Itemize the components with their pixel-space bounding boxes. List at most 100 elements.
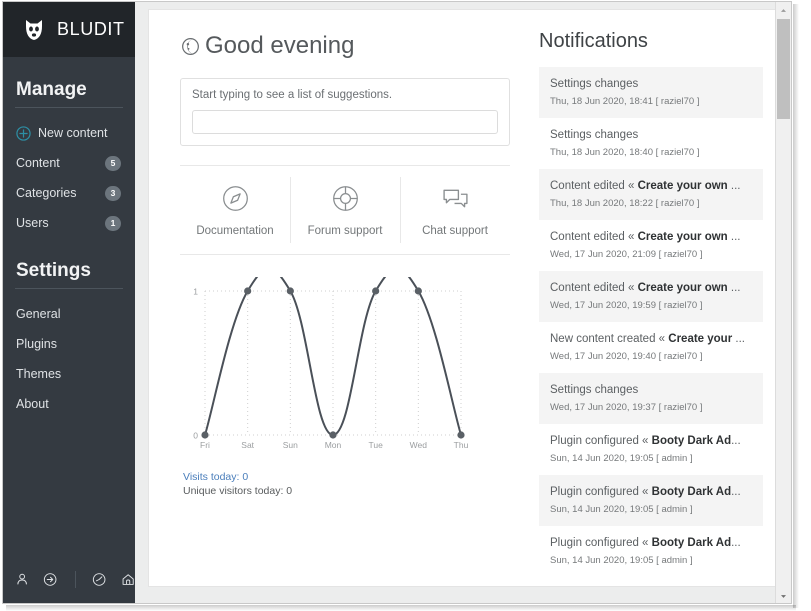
notification-title: Settings changes xyxy=(550,129,639,141)
brand-header[interactable]: BLUDIT xyxy=(3,2,135,57)
support-item-forum[interactable]: Forum support xyxy=(290,166,400,254)
notification-meta: Thu, 18 Jun 2020, 18:40 [ raziel70 ] xyxy=(550,147,700,158)
notification-item[interactable]: Settings changes Thu, 18 Jun 2020, 18:40 … xyxy=(539,118,763,169)
divider xyxy=(15,288,123,289)
window-shadow-right xyxy=(793,4,799,608)
notification-item[interactable]: Settings changes Thu, 18 Jun 2020, 18:41 … xyxy=(539,67,763,118)
sidebar-section-title-settings: Settings xyxy=(16,260,91,281)
svg-text:Mon: Mon xyxy=(325,440,342,450)
divider xyxy=(15,107,123,108)
notification-target: Create your own xyxy=(637,282,728,294)
notification-title: Plugin configured « Booty Dark Ad... xyxy=(550,537,741,549)
notification-target: Booty Dark Ad xyxy=(651,537,732,549)
notification-item[interactable]: Content edited « Create your own ... Wed,… xyxy=(539,220,763,271)
notification-meta: Sun, 14 Jun 2020, 19:05 [ admin ] xyxy=(550,504,693,515)
page-title: Good evening xyxy=(180,32,510,60)
badge-count: 5 xyxy=(105,155,121,171)
sidebar-item-categories[interactable]: Categories 3 xyxy=(15,178,123,208)
sidebar-item-general[interactable]: General xyxy=(15,299,123,329)
notification-title: Content edited « Create your own ... xyxy=(550,231,741,243)
svg-text:1: 1 xyxy=(193,287,198,297)
support-item-documentation[interactable]: Documentation xyxy=(180,166,290,254)
sidebar-settings-section: Settings General Plugins Themes About xyxy=(3,260,135,419)
notification-target: Create your own xyxy=(637,180,728,192)
chevron-up-icon xyxy=(781,8,786,12)
dog-head-icon xyxy=(26,19,42,40)
sidebar-manage-section: Manage New content Content 5 Categories … xyxy=(3,79,135,238)
notification-item[interactable]: Content edited « Create your own ... Wed,… xyxy=(539,271,763,322)
notification-title: Settings changes xyxy=(550,78,639,90)
notification-title: Content edited « Create your own ... xyxy=(550,282,741,294)
application-window: BLUDIT Manage New content Content 5 Cate… xyxy=(0,0,811,611)
notification-meta: Thu, 18 Jun 2020, 18:22 [ raziel70 ] xyxy=(550,198,700,209)
dashboard-left-column: Good evening Start typing to see a list … xyxy=(180,10,510,586)
greeting-text: Good evening xyxy=(205,32,355,59)
sidebar-item-themes[interactable]: Themes xyxy=(15,359,123,389)
chevron-down-icon xyxy=(781,594,786,598)
notifications-list: Settings changes Thu, 18 Jun 2020, 18:41 … xyxy=(539,67,763,577)
sidebar-item-label: New content xyxy=(38,126,108,140)
unique-visitors-text: Unique visitors today: 0 xyxy=(183,485,293,497)
visits-today-link[interactable]: Visits today: 0 xyxy=(183,470,510,484)
plus-circle-icon xyxy=(16,125,31,141)
vertical-scrollbar[interactable] xyxy=(775,2,791,603)
notifications-title: Notifications xyxy=(539,30,648,52)
scrollbar-up-button[interactable] xyxy=(776,2,791,18)
notification-item[interactable]: Content edited « Create your own ... Thu,… xyxy=(539,169,763,220)
chart-gridlines xyxy=(204,290,462,436)
notification-target: Booty Dark Ad xyxy=(651,435,732,447)
support-links-row: Documentation Forum support Chat support xyxy=(180,166,510,254)
visits-chart-svg: 10 Fri Sat Sun Mon Tue Wed Thu xyxy=(193,277,469,450)
divider xyxy=(180,254,510,255)
logout-icon[interactable] xyxy=(43,571,57,588)
sidebar: BLUDIT Manage New content Content 5 Cate… xyxy=(3,2,135,603)
notification-title: Plugin configured « Booty Dark Ad... xyxy=(550,486,741,498)
support-item-chat[interactable]: Chat support xyxy=(400,166,510,254)
sidebar-item-label: General xyxy=(16,307,61,321)
sidebar-item-users[interactable]: Users 1 xyxy=(15,208,123,238)
notification-item[interactable]: Plugin configured « Booty Dark Ad... Sun,… xyxy=(539,475,763,526)
badge-count: 1 xyxy=(105,215,121,231)
support-item-label: Forum support xyxy=(307,224,383,237)
user-icon[interactable] xyxy=(15,571,29,588)
search-input[interactable] xyxy=(192,110,498,134)
dashboard-icon[interactable] xyxy=(92,571,106,588)
brand-name: BLUDIT xyxy=(57,19,125,39)
moon-icon xyxy=(182,37,199,55)
page-area: Good evening Start typing to see a list … xyxy=(135,2,791,603)
svg-text:Sun: Sun xyxy=(283,440,298,450)
window-shadow-bottom xyxy=(6,605,796,611)
notification-title: Settings changes xyxy=(550,384,639,396)
window-content: BLUDIT Manage New content Content 5 Cate… xyxy=(2,1,792,604)
notification-title: Content edited « Create your own ... xyxy=(550,180,741,192)
svg-text:Thu: Thu xyxy=(454,440,469,450)
chart-y-tick-labels: 10 xyxy=(193,287,198,441)
sidebar-item-new-content[interactable]: New content xyxy=(15,118,123,148)
compass-icon xyxy=(222,185,248,211)
sidebar-item-content[interactable]: Content 5 xyxy=(15,148,123,178)
notification-item[interactable]: Plugin configured « Booty Dark Ad... Sun,… xyxy=(539,526,763,577)
notification-item[interactable]: Settings changes Wed, 17 Jun 2020, 19:37 … xyxy=(539,373,763,424)
notification-title: Plugin configured « Booty Dark Ad... xyxy=(550,435,741,447)
scrollbar-thumb[interactable] xyxy=(777,19,790,119)
notifications-panel: Notifications Settings changes Thu, 18 Ju… xyxy=(539,10,763,577)
scrollbar-down-button[interactable] xyxy=(776,588,791,603)
home-icon[interactable] xyxy=(121,571,135,588)
notification-meta: Wed, 17 Jun 2020, 21:09 [ raziel70 ] xyxy=(550,249,703,260)
notification-item[interactable]: Plugin configured « Booty Dark Ad... Sun,… xyxy=(539,424,763,475)
sidebar-item-plugins[interactable]: Plugins xyxy=(15,329,123,359)
sidebar-item-about[interactable]: About xyxy=(15,389,123,419)
notification-meta: Sun, 14 Jun 2020, 19:05 [ admin ] xyxy=(550,453,693,464)
visit-stats: Visits today: 0 Unique visitors today: 0 xyxy=(183,470,510,498)
sidebar-item-label: About xyxy=(16,397,49,411)
notification-meta: Wed, 17 Jun 2020, 19:37 [ raziel70 ] xyxy=(550,402,703,413)
svg-text:Wed: Wed xyxy=(410,440,428,450)
notification-title: New content created « Create your ... xyxy=(550,333,745,345)
svg-text:0: 0 xyxy=(193,431,198,441)
chart-x-tick-labels: Fri Sat Sun Mon Tue Wed Thu xyxy=(200,440,469,450)
suggestions-label: Start typing to see a list of suggestion… xyxy=(192,89,393,101)
sidebar-item-label: Users xyxy=(16,216,49,230)
notification-item[interactable]: New content created « Create your ... Wed… xyxy=(539,322,763,373)
divider xyxy=(74,571,76,588)
visits-chart: 10 Fri Sat Sun Mon Tue Wed Thu xyxy=(183,277,471,467)
